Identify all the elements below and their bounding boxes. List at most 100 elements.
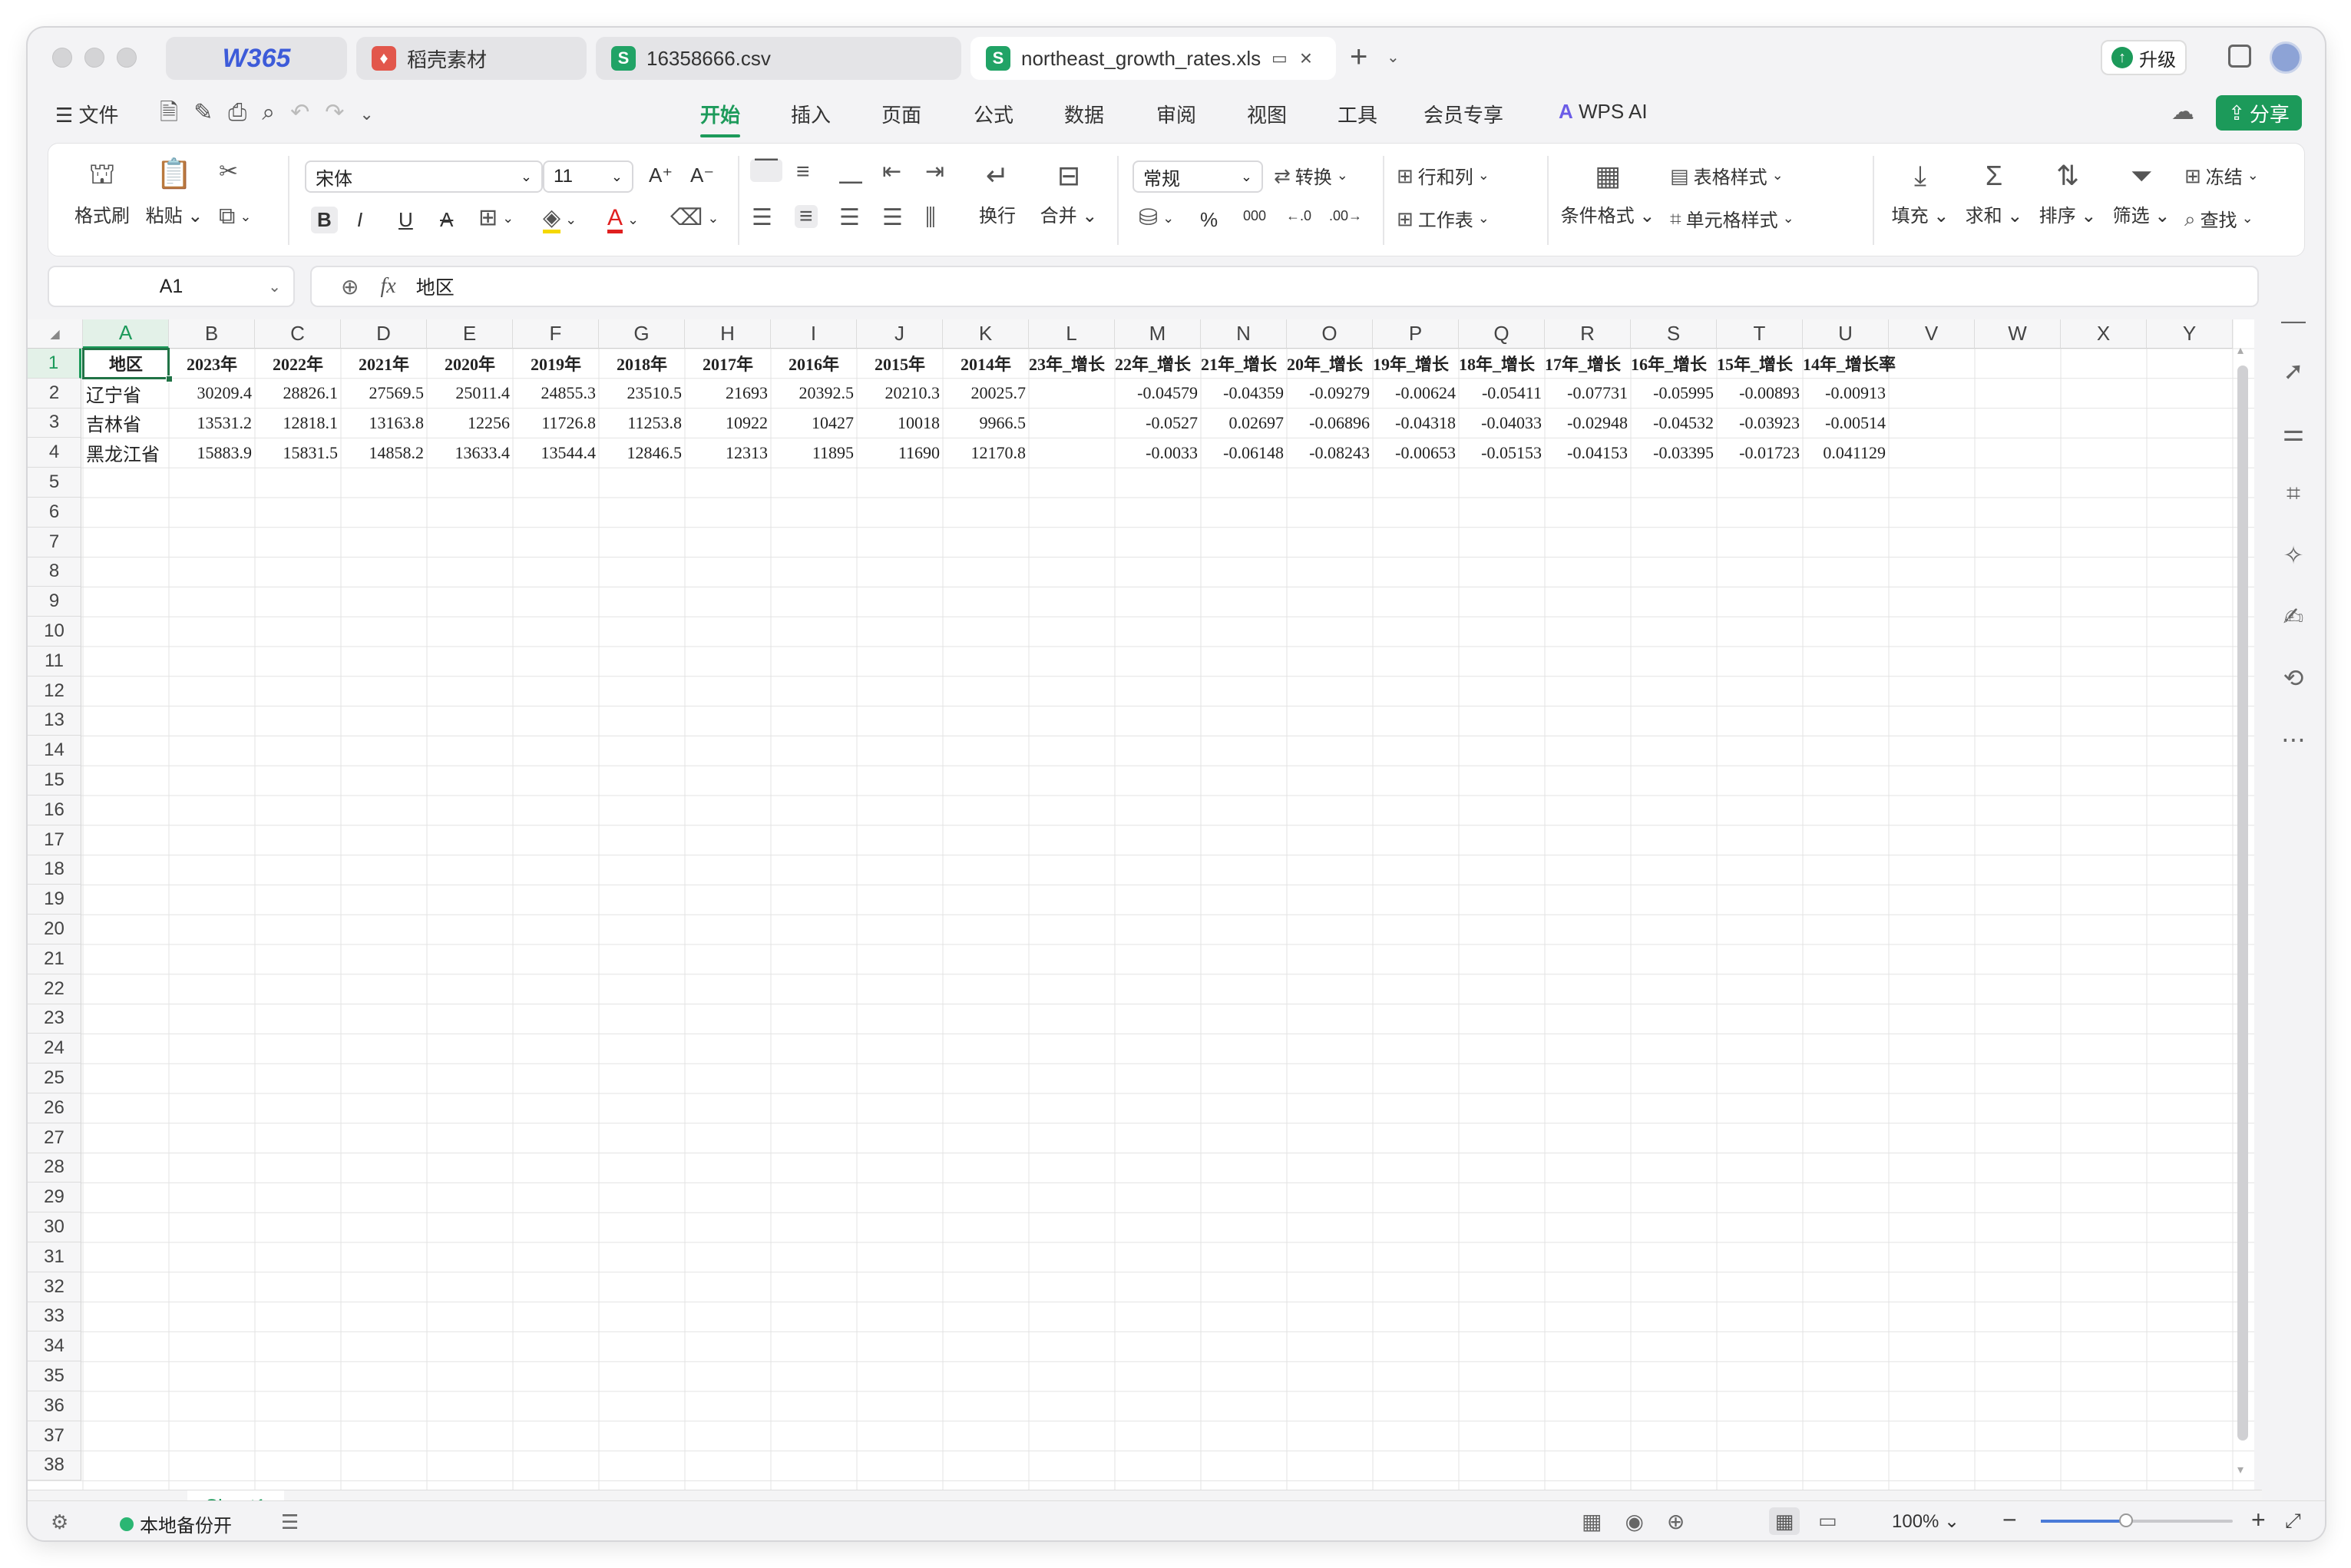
convert-button[interactable]: ⇄ 转换 ⌄ bbox=[1274, 162, 1348, 189]
data-cell[interactable] bbox=[1029, 438, 1115, 468]
header-cell[interactable]: 17年_增长 bbox=[1545, 349, 1631, 379]
data-cell[interactable]: -0.01723 bbox=[1717, 438, 1803, 468]
tab-xls[interactable]: S northeast_growth_rates.xls ▭ × bbox=[970, 37, 1336, 80]
column-header-m[interactable]: M bbox=[1115, 319, 1201, 349]
layout-icon[interactable]: ⊕ bbox=[1667, 1510, 1708, 1533]
row-header[interactable]: 5 bbox=[28, 468, 81, 498]
column-header-y[interactable]: Y bbox=[2147, 319, 2233, 349]
column-header-r[interactable]: R bbox=[1545, 319, 1631, 349]
row-header[interactable]: 10 bbox=[28, 617, 81, 647]
avatar[interactable] bbox=[2270, 41, 2302, 74]
row-header[interactable]: 26 bbox=[28, 1093, 81, 1123]
increase-font-icon[interactable]: A⁺ bbox=[649, 164, 673, 187]
row-header[interactable]: 25 bbox=[28, 1064, 81, 1093]
zoom-slider-thumb[interactable] bbox=[2119, 1513, 2133, 1527]
indent-decrease-icon[interactable]: ⇤ bbox=[882, 160, 901, 184]
tab-wps-ai[interactable]: A WPS AI bbox=[1559, 100, 1648, 124]
tab-home-menu[interactable]: 开始 bbox=[700, 100, 741, 137]
column-header-o[interactable]: O bbox=[1287, 319, 1373, 349]
merge-button[interactable]: ⊟ 合并 ⌄ bbox=[1036, 159, 1102, 227]
data-cell[interactable]: 21693 bbox=[685, 379, 771, 409]
data-cell[interactable]: -0.05995 bbox=[1631, 379, 1717, 409]
freeze-button[interactable]: ⊞ 冻结 ⌄ bbox=[2184, 162, 2259, 189]
font-size-select[interactable]: 11 ⌄ bbox=[543, 160, 633, 193]
data-cell[interactable]: -0.09279 bbox=[1287, 379, 1373, 409]
data-cell[interactable]: -0.00913 bbox=[1803, 379, 1889, 409]
data-cell[interactable]: 12846.5 bbox=[599, 438, 685, 468]
data-cell[interactable]: 23510.5 bbox=[599, 379, 685, 409]
header-cell[interactable]: 20年_增长 bbox=[1287, 349, 1373, 379]
row-header[interactable]: 15 bbox=[28, 766, 81, 796]
data-cell[interactable]: 0.041129 bbox=[1803, 438, 1889, 468]
conditional-format-button[interactable]: ▦ 条件格式 ⌄ bbox=[1558, 159, 1658, 227]
zoom-in-icon[interactable]: + bbox=[2251, 1506, 2266, 1534]
data-cell[interactable]: -0.03395 bbox=[1631, 438, 1717, 468]
zoom-out-icon[interactable]: − bbox=[2002, 1506, 2017, 1534]
indent-increase-icon[interactable]: ⇥ bbox=[925, 160, 944, 184]
header-cell[interactable]: 2014年 bbox=[943, 349, 1029, 379]
align-top-icon[interactable]: ⎺ bbox=[750, 159, 782, 182]
cloud-upload-icon[interactable]: ☁ bbox=[2171, 98, 2194, 125]
clear-button[interactable]: ⌫ ⌄ bbox=[670, 207, 719, 230]
data-cell[interactable] bbox=[1029, 409, 1115, 438]
upgrade-button[interactable]: ↑ 升级 bbox=[2101, 40, 2187, 75]
increase-decimal-icon[interactable]: ←.0 bbox=[1286, 208, 1311, 224]
zoom-level[interactable]: 100% ⌄ bbox=[1892, 1510, 1959, 1533]
data-cell[interactable]: -0.00893 bbox=[1717, 379, 1803, 409]
column-header-t[interactable]: T bbox=[1717, 319, 1803, 349]
row-header[interactable]: 31 bbox=[28, 1242, 81, 1272]
redo-icon[interactable]: ↷ bbox=[325, 100, 359, 125]
data-cell[interactable]: 13633.4 bbox=[427, 438, 513, 468]
tab-member[interactable]: 会员专享 bbox=[1423, 100, 1503, 128]
data-cell[interactable]: -0.06896 bbox=[1287, 409, 1373, 438]
data-cell[interactable]: -0.08243 bbox=[1287, 438, 1373, 468]
row-header[interactable]: 17 bbox=[28, 825, 81, 855]
row-header[interactable]: 4 bbox=[28, 438, 81, 468]
data-cell[interactable]: 20392.5 bbox=[771, 379, 857, 409]
row-header[interactable]: 14 bbox=[28, 736, 81, 766]
tab-data[interactable]: 数据 bbox=[1064, 100, 1104, 128]
column-header-x[interactable]: X bbox=[2061, 319, 2147, 349]
font-color-button[interactable]: A ⌄ bbox=[607, 207, 639, 233]
decrease-decimal-icon[interactable]: .00→ bbox=[1329, 208, 1362, 224]
row-header[interactable]: 24 bbox=[28, 1034, 81, 1064]
window-mode-icon[interactable] bbox=[2228, 45, 2251, 68]
header-cell[interactable]: 地区 bbox=[83, 349, 169, 379]
fill-handle[interactable] bbox=[166, 375, 173, 382]
row-header[interactable]: 11 bbox=[28, 647, 81, 676]
formula-input[interactable]: ⊕ fx 地区 bbox=[310, 266, 2259, 307]
monitor-icon[interactable]: ▭ bbox=[1271, 47, 1288, 70]
data-cell[interactable]: 11690 bbox=[857, 438, 943, 468]
header-cell[interactable]: 21年_增长 bbox=[1201, 349, 1287, 379]
normal-view-icon[interactable]: ▦ bbox=[1769, 1507, 1800, 1535]
notes-icon[interactable]: ☰ bbox=[281, 1510, 299, 1534]
tab-home[interactable]: W365 bbox=[166, 37, 347, 80]
data-cell[interactable]: 黑龙江省 bbox=[83, 438, 169, 468]
tools-icon[interactable]: ✧ bbox=[2276, 538, 2311, 573]
format-painter-button[interactable]: ⛫ 格式刷 bbox=[73, 157, 131, 227]
row-header[interactable]: 21 bbox=[28, 944, 81, 974]
row-header[interactable]: 19 bbox=[28, 885, 81, 915]
data-cell[interactable]: -0.05153 bbox=[1459, 438, 1545, 468]
table-view-icon[interactable]: ▦ bbox=[1582, 1510, 1625, 1533]
column-header-g[interactable]: G bbox=[599, 319, 685, 349]
scroll-down-icon[interactable]: ▾ bbox=[2237, 1462, 2244, 1477]
align-left-icon[interactable]: ☰ bbox=[752, 207, 772, 230]
data-cell[interactable] bbox=[1029, 379, 1115, 409]
print-preview-icon[interactable]: ⌕ bbox=[262, 100, 290, 125]
column-header-a[interactable]: A bbox=[83, 319, 169, 349]
data-cell[interactable]: 12256 bbox=[427, 409, 513, 438]
column-header-f[interactable]: F bbox=[513, 319, 599, 349]
sliders-icon[interactable]: ⚌ bbox=[2276, 415, 2311, 450]
row-header[interactable]: 20 bbox=[28, 915, 81, 944]
data-cell[interactable]: 0.02697 bbox=[1201, 409, 1287, 438]
row-header[interactable]: 1 bbox=[28, 349, 81, 379]
row-header[interactable]: 34 bbox=[28, 1331, 81, 1362]
macro-icon[interactable]: ⚙ bbox=[51, 1510, 68, 1534]
history-icon[interactable]: ⟲ bbox=[2276, 660, 2311, 696]
scroll-up-icon[interactable]: ▴ bbox=[2237, 342, 2244, 358]
data-cell[interactable]: 13531.2 bbox=[169, 409, 255, 438]
undo-icon[interactable]: ↶ bbox=[290, 100, 325, 125]
worksheet-button[interactable]: ⊞ 工作表 ⌄ bbox=[1397, 205, 1490, 232]
row-header[interactable]: 22 bbox=[28, 974, 81, 1004]
